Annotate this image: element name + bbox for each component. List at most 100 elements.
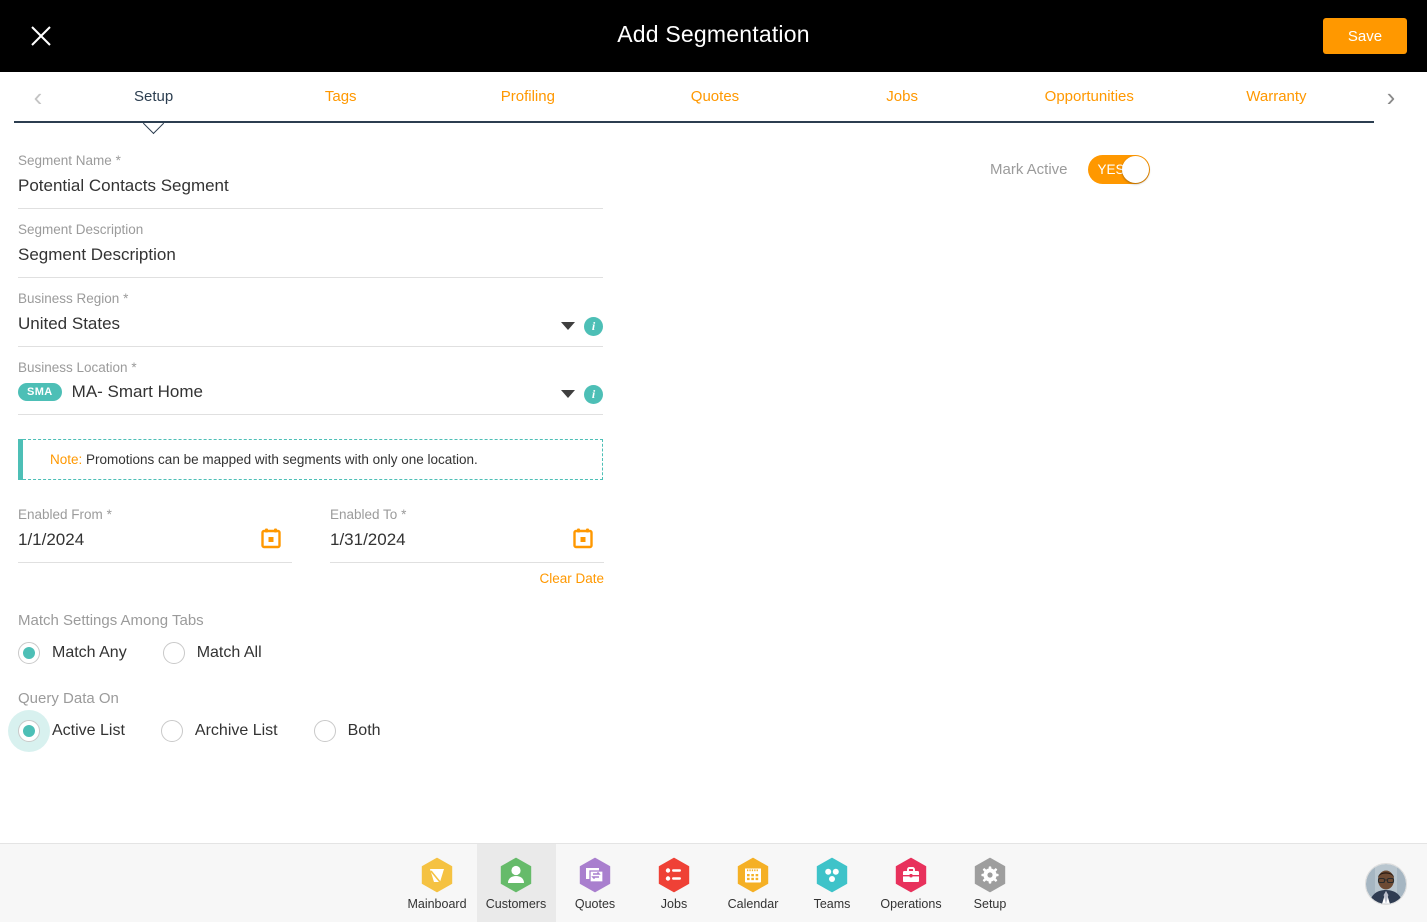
- business-location-value-row: SMA MA- Smart Home: [18, 377, 603, 407]
- tab-warranty[interactable]: Warranty: [1183, 72, 1370, 122]
- match-settings-label: Match Settings Among Tabs: [18, 612, 204, 629]
- note-accent-bar: [18, 439, 23, 480]
- business-region-label: Business Region *: [18, 291, 129, 306]
- mark-active-label: Mark Active: [990, 161, 1068, 178]
- toggle-knob: [1121, 156, 1149, 183]
- chevron-right-icon[interactable]: ›: [1377, 84, 1405, 112]
- save-button[interactable]: Save: [1323, 18, 1407, 54]
- radio-label: Both: [347, 722, 381, 739]
- business-location-label: Business Location *: [18, 360, 137, 375]
- radio-label: Match Any: [52, 644, 127, 661]
- chevron-down-icon[interactable]: [561, 322, 575, 330]
- setup-gear-icon: [971, 856, 1009, 894]
- nav-item-label: Calendar: [727, 897, 779, 911]
- business-region-field[interactable]: Business Region * United States i: [18, 278, 603, 347]
- note-text: Note: Promotions can be mapped with segm…: [50, 452, 478, 467]
- business-region-value: United States: [18, 314, 121, 333]
- enabled-from-field[interactable]: Enabled From * 1/1/2024: [18, 506, 292, 563]
- clear-date-button[interactable]: Clear Date: [330, 571, 604, 586]
- match-settings-radios: Match Any Match All: [18, 642, 603, 664]
- radio-selected-dot: [23, 647, 35, 659]
- calendar-icon: [734, 856, 772, 894]
- nav-item-label: Jobs: [660, 897, 688, 911]
- field-divider: [18, 562, 292, 563]
- business-location-value: MA- Smart Home: [71, 382, 203, 401]
- segment-name-value: Potential Contacts Segment: [18, 176, 229, 195]
- segment-description-value: Segment Description: [18, 245, 176, 264]
- nav-item-label: Setup: [973, 897, 1007, 911]
- add-segmentation-screen: Add Segmentation Save ‹ Setup Tags Profili…: [0, 0, 1427, 922]
- field-divider: [330, 562, 604, 563]
- note-keyword: Note:: [50, 452, 83, 467]
- tab-quotes[interactable]: Quotes: [621, 72, 808, 122]
- tab-tags[interactable]: Tags: [247, 72, 434, 122]
- radio-button[interactable]: [162, 642, 185, 664]
- radio-button[interactable]: [18, 720, 40, 742]
- nav-item-jobs[interactable]: Jobs: [635, 844, 714, 922]
- nav-item-setup[interactable]: Setup: [951, 844, 1030, 922]
- tab-bar: ‹ Setup Tags Profiling Quotes Jobs Opportunit…: [0, 72, 1427, 124]
- radio-match-any[interactable]: Match Any: [18, 642, 127, 664]
- chevron-left-icon[interactable]: ‹: [24, 84, 52, 112]
- nav-item-label: Quotes: [574, 897, 616, 911]
- segment-description-field[interactable]: Segment Description Segment Description: [18, 209, 603, 278]
- bottom-nav-items: Mainboard Customers Quotes Jobs Calendar Team…: [0, 844, 1427, 922]
- nav-item-label: Customers: [485, 897, 547, 911]
- operations-icon: [892, 856, 930, 894]
- mainboard-icon: [418, 856, 456, 894]
- chevron-down-icon[interactable]: [561, 390, 575, 398]
- note-body: Promotions can be mapped with segments w…: [82, 452, 478, 467]
- nav-item-mainboard[interactable]: Mainboard: [398, 844, 477, 922]
- enabled-to-wrap: Enabled To * 1/31/2024 Clear Date: [330, 506, 604, 586]
- customers-icon: [497, 856, 535, 894]
- radio-match-all[interactable]: Match All: [162, 642, 262, 664]
- note-banner: Note: Promotions can be mapped with segm…: [18, 439, 603, 480]
- query-data-on-label: Query Data On: [18, 690, 119, 707]
- app-header: Add Segmentation Save: [0, 0, 1427, 72]
- info-icon[interactable]: i: [584, 317, 603, 336]
- calendar-icon[interactable]: [260, 527, 282, 549]
- tab-opportunities[interactable]: Opportunities: [996, 72, 1183, 122]
- calendar-icon[interactable]: [572, 527, 594, 549]
- nav-item-customers[interactable]: Customers: [476, 844, 556, 922]
- nav-item-calendar[interactable]: Calendar: [714, 844, 793, 922]
- query-data-on-group: Query Data On Active List Archive List Bot…: [8, 690, 603, 752]
- teams-icon: [813, 856, 851, 894]
- enabled-to-field[interactable]: Enabled To * 1/31/2024: [330, 506, 604, 563]
- enabled-to-value: 1/31/2024: [330, 530, 406, 549]
- tab-setup[interactable]: Setup: [60, 72, 247, 122]
- user-avatar[interactable]: [1365, 863, 1407, 905]
- tab-list: Setup Tags Profiling Quotes Jobs Opportunitie…: [60, 72, 1370, 122]
- query-data-on-radios: Active List Archive List Both: [8, 710, 603, 752]
- enabled-from-wrap: Enabled From * 1/1/2024: [18, 506, 292, 586]
- enabled-from-label: Enabled From *: [18, 507, 112, 522]
- quotes-icon: [576, 856, 614, 894]
- nav-item-teams[interactable]: Teams: [793, 844, 872, 922]
- segment-name-field[interactable]: Segment Name * Potential Contacts Segmen…: [18, 140, 603, 209]
- nav-item-quotes[interactable]: Quotes: [556, 844, 635, 922]
- info-icon[interactable]: i: [584, 385, 603, 404]
- radio-button[interactable]: [313, 720, 336, 742]
- field-divider: [18, 414, 603, 415]
- nav-item-label: Operations: [880, 897, 942, 911]
- radio-label: Archive List: [194, 722, 278, 739]
- radio-label: Active List: [52, 722, 125, 739]
- mark-active-toggle-value: YES: [1097, 162, 1125, 177]
- tab-profiling[interactable]: Profiling: [434, 72, 621, 122]
- segment-name-label: Segment Name *: [18, 153, 121, 168]
- location-code-badge: SMA: [18, 383, 62, 401]
- radio-archive-list[interactable]: Archive List: [160, 720, 278, 742]
- tab-underline: [14, 121, 1374, 123]
- business-location-field[interactable]: Business Location * SMA MA- Smart Home i: [18, 347, 603, 415]
- tab-jobs[interactable]: Jobs: [809, 72, 996, 122]
- radio-button[interactable]: [160, 720, 183, 742]
- setup-form: Segment Name * Potential Contacts Segmen…: [8, 140, 604, 752]
- bottom-navigation-bar: Mainboard Customers Quotes Jobs Calendar Team…: [0, 843, 1427, 922]
- radio-both[interactable]: Both: [313, 720, 381, 742]
- segment-description-label: Segment Description: [18, 222, 144, 237]
- radio-button[interactable]: [18, 642, 40, 664]
- mark-active-toggle[interactable]: YES: [1087, 155, 1150, 184]
- nav-item-label: Mainboard: [407, 897, 467, 911]
- nav-item-operations[interactable]: Operations: [872, 844, 951, 922]
- radio-active-list[interactable]: Active List: [8, 710, 125, 752]
